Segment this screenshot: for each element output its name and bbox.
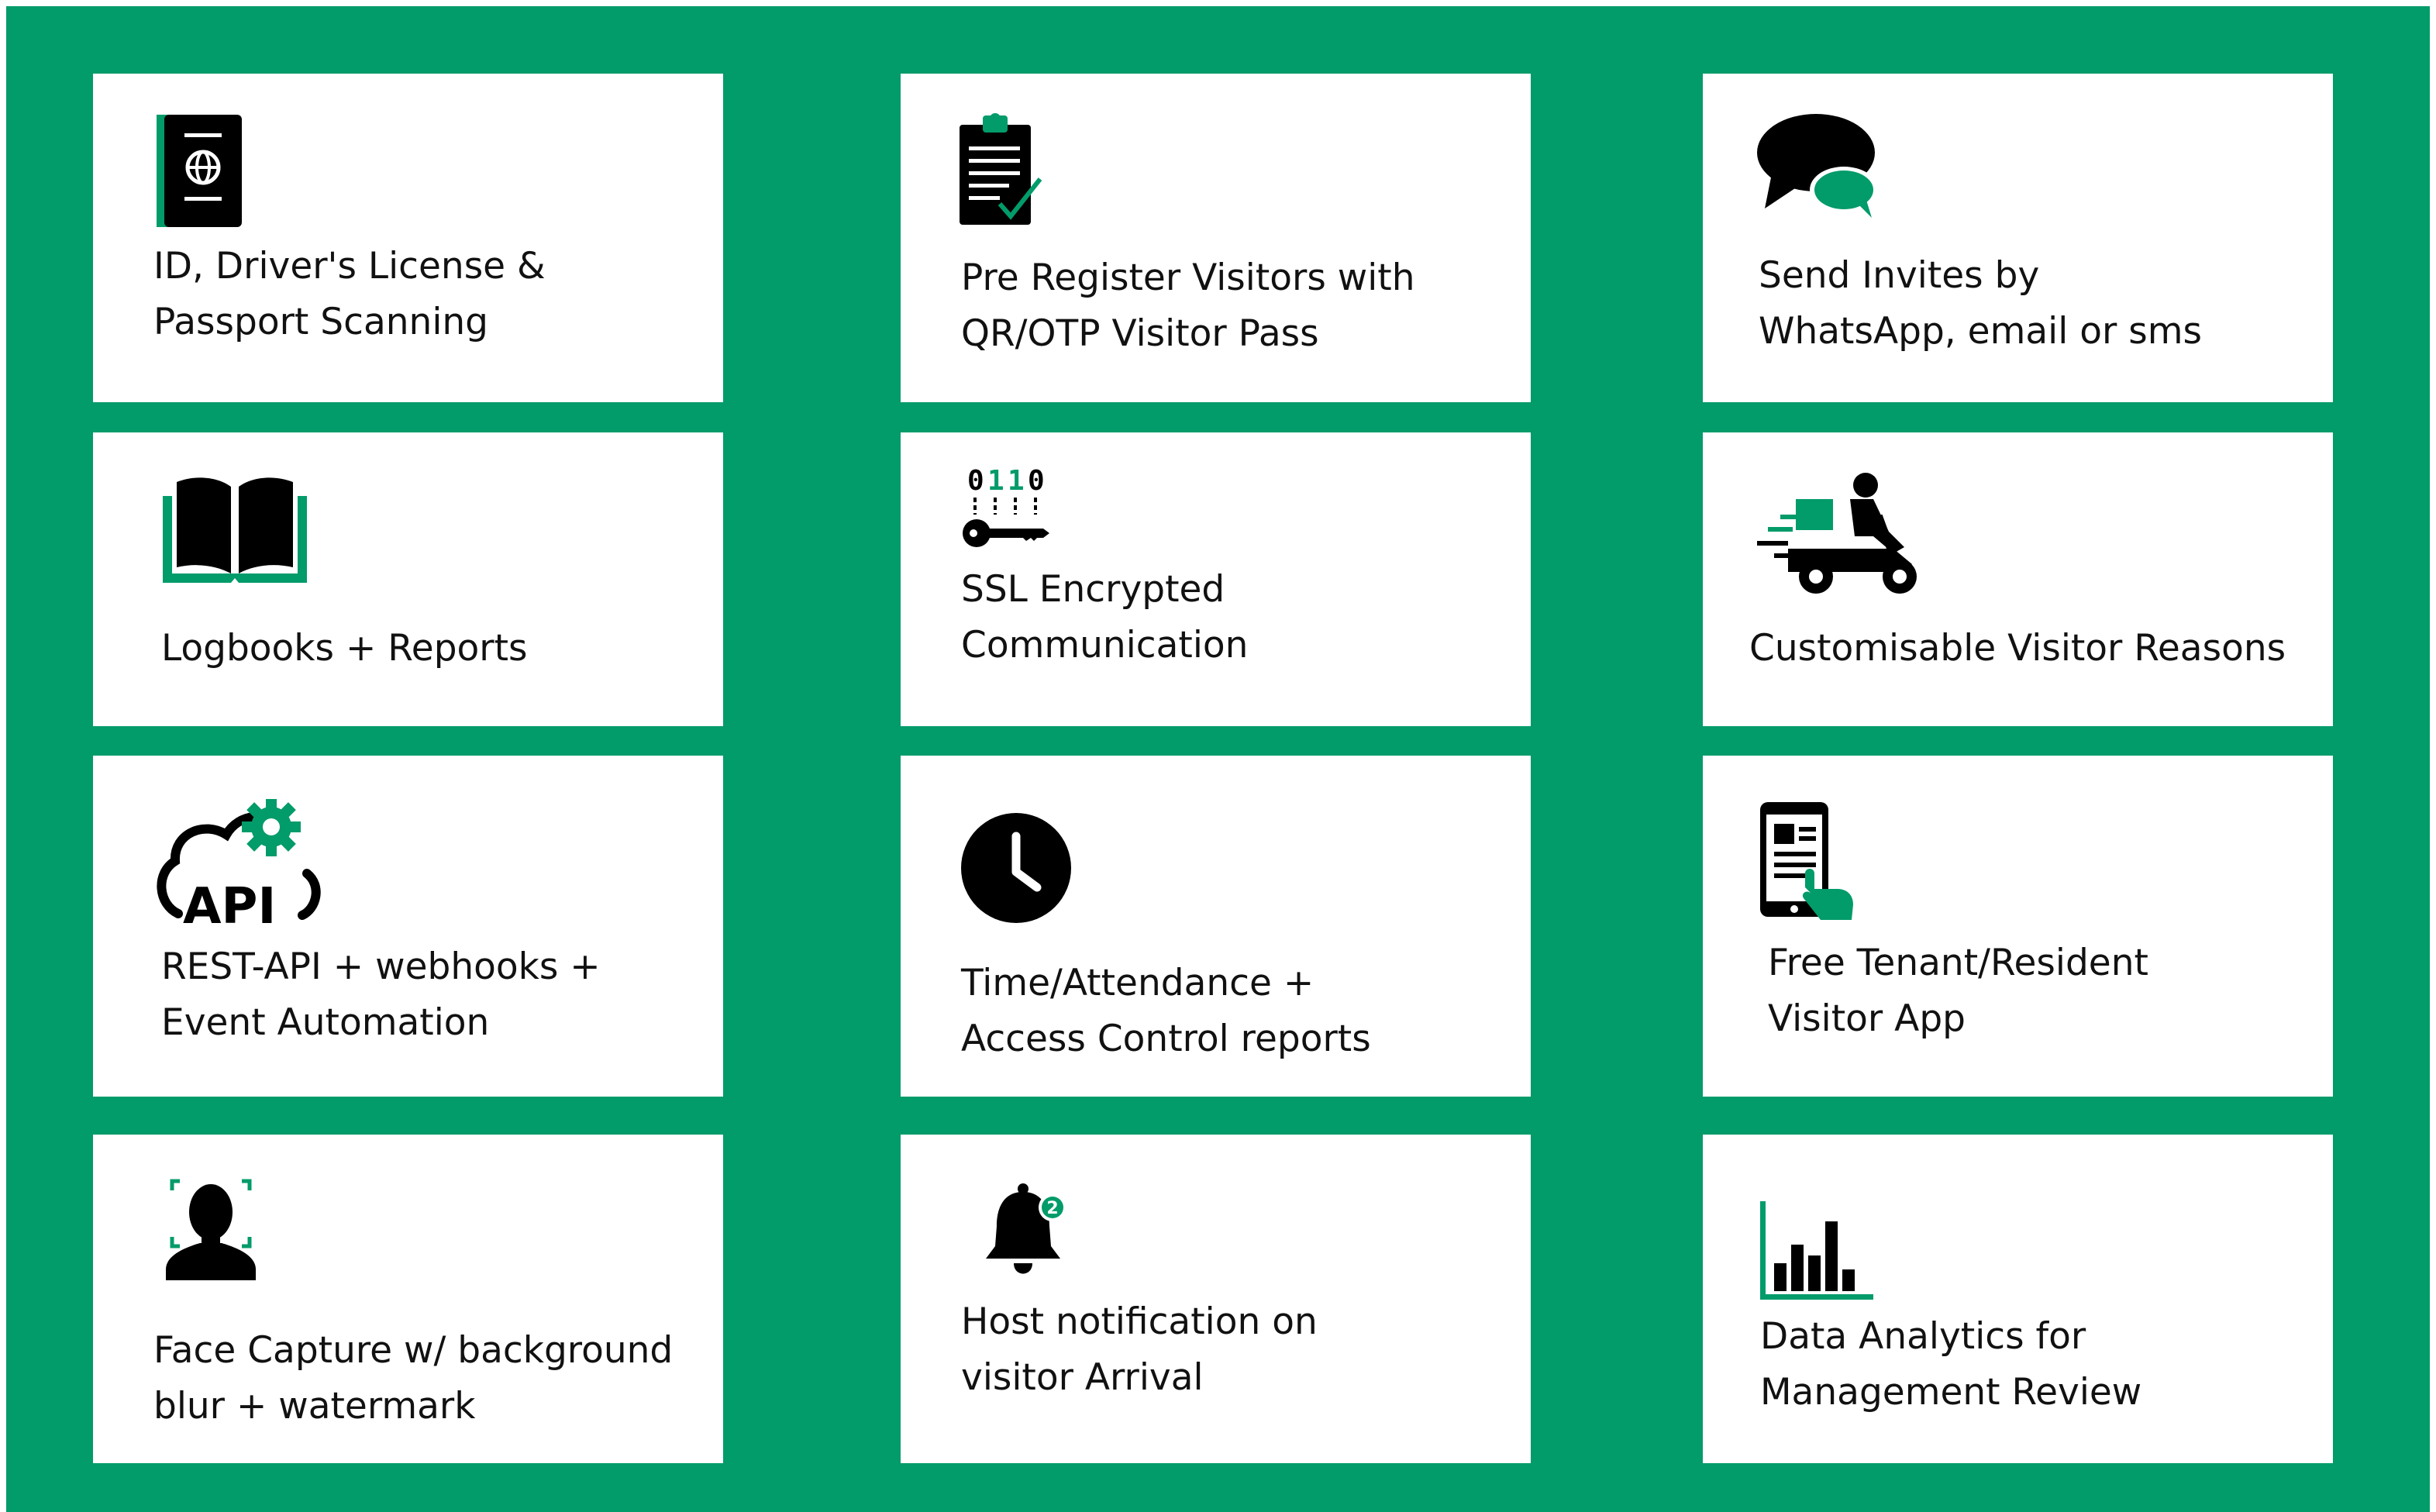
feature-label: SSL Encrypted Communication <box>961 568 1249 666</box>
feature-label: ID, Driver's License & Passport Scanning <box>153 245 546 343</box>
svg-text:1: 1 <box>1008 465 1025 497</box>
svg-text:1: 1 <box>987 465 1004 497</box>
clipboard-check-icon <box>960 112 1043 225</box>
feature-card-ssl: 0 1 1 0 SSL Encrypted Communication <box>901 432 1531 726</box>
passport-icon <box>157 115 242 227</box>
feature-label: Send Invites by WhatsApp, email or sms <box>1759 254 2203 353</box>
feature-label: Logbooks + Reports <box>161 627 528 670</box>
phone-tap-icon <box>1760 802 1856 920</box>
feature-label: REST-API + webhooks + Event Automation <box>161 945 601 1044</box>
scooter-rider-icon <box>1757 471 1921 595</box>
feature-label: Host notification on visitor Arrival <box>961 1300 1318 1399</box>
svg-text:API: API <box>183 878 276 926</box>
encrypted-key-icon: 0 1 1 0 <box>963 463 1049 556</box>
feature-card-logbooks: Logbooks + Reports <box>93 432 723 726</box>
feature-label: Time/Attendance + Access Control reports <box>961 962 1371 1060</box>
feature-card-visitor-app: Free Tenant/Resident Visitor App <box>1703 756 2333 1097</box>
feature-label: Data Analytics for Management Review <box>1760 1315 2142 1414</box>
face-capture-icon <box>164 1178 273 1280</box>
svg-text:0: 0 <box>1028 465 1045 497</box>
feature-card-face-capture: Face Capture w/ background blur + waterm… <box>93 1135 723 1463</box>
feature-card-send-invites: Send Invites by WhatsApp, email or sms <box>1703 74 2333 402</box>
svg-text:2: 2 <box>1046 1199 1058 1218</box>
chat-bubbles-icon <box>1757 112 1881 219</box>
feature-label: Face Capture w/ background blur + waterm… <box>153 1329 674 1428</box>
feature-label: Customisable Visitor Reasons <box>1749 627 2286 670</box>
clock-icon <box>961 813 1071 923</box>
bell-notification-icon: 2 <box>984 1181 1074 1280</box>
svg-text:0: 0 <box>967 465 984 497</box>
feature-card-visitor-reasons: Customisable Visitor Reasons <box>1703 432 2333 726</box>
features-panel: ID, Driver's License & Passport Scanning… <box>6 6 2430 1512</box>
bar-chart-icon <box>1760 1201 1873 1302</box>
feature-card-data-analytics: Data Analytics for Management Review <box>1703 1135 2333 1463</box>
feature-label: Free Tenant/Resident Visitor App <box>1768 942 2148 1040</box>
feature-card-rest-api: API REST-API + webhooks + Event Automati… <box>93 756 723 1097</box>
feature-label: Pre Register Visitors with QR/OTP Visito… <box>961 257 1415 355</box>
feature-card-pre-register: Pre Register Visitors with QR/OTP Visito… <box>901 74 1531 402</box>
feature-card-time-attendance: Time/Attendance + Access Control reports <box>901 756 1531 1097</box>
feature-card-host-notification: 2 Host notification on visitor Arrival <box>901 1135 1531 1463</box>
api-cloud-gear-icon: API <box>155 799 326 926</box>
feature-card-id-scanning: ID, Driver's License & Passport Scanning <box>93 74 723 402</box>
open-book-icon <box>163 474 307 587</box>
